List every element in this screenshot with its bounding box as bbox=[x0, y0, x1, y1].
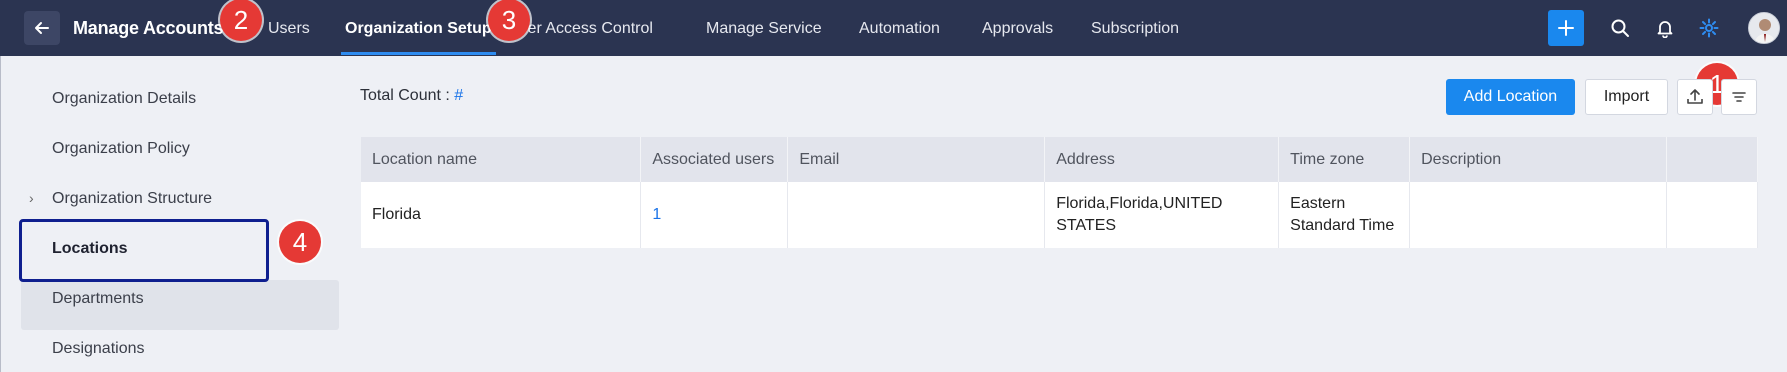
column-header-associated-users[interactable]: Associated users bbox=[640, 137, 789, 182]
active-tab-underline bbox=[341, 52, 496, 55]
sidebar-item-organization-details[interactable]: Organization Details bbox=[52, 90, 196, 108]
avatar[interactable] bbox=[1748, 12, 1780, 44]
column-header-location-name[interactable]: Location name bbox=[361, 137, 642, 182]
search-icon bbox=[1611, 19, 1629, 37]
sidebar-item-departments[interactable]: Departments bbox=[52, 290, 144, 308]
tab-subscription[interactable]: Subscription bbox=[1091, 20, 1179, 38]
user-avatar-icon bbox=[1749, 13, 1779, 43]
notifications-button[interactable] bbox=[1653, 16, 1677, 40]
cell-time-zone: Eastern Standard Time bbox=[1278, 182, 1411, 248]
tab-automation[interactable]: Automation bbox=[859, 20, 940, 38]
tab-manage-service[interactable]: Manage Service bbox=[706, 20, 822, 38]
sidebar-item-designations[interactable]: Designations bbox=[52, 340, 145, 358]
settings-sidebar: Organization Details Organization Policy… bbox=[0, 56, 340, 372]
settings-button[interactable] bbox=[1697, 16, 1721, 40]
tab-organization-setup[interactable]: Organization Setup bbox=[345, 20, 492, 38]
locations-highlight-box bbox=[19, 219, 269, 282]
cell-actions bbox=[1666, 182, 1758, 248]
step-marker-4: 4 bbox=[279, 221, 321, 263]
cell-email bbox=[787, 182, 1046, 248]
column-header-email[interactable]: Email bbox=[787, 137, 1046, 182]
app-title: Manage Accounts bbox=[73, 18, 224, 38]
search-button[interactable] bbox=[1608, 16, 1632, 40]
upload-icon bbox=[1687, 89, 1703, 104]
gear-icon bbox=[1699, 18, 1719, 38]
column-header-description[interactable]: Description bbox=[1409, 137, 1668, 182]
bell-icon bbox=[1657, 21, 1673, 38]
cell-location-name[interactable]: Florida bbox=[361, 182, 642, 248]
quick-add-button[interactable] bbox=[1548, 10, 1584, 46]
add-location-button[interactable]: Add Location bbox=[1446, 79, 1575, 115]
column-header-address[interactable]: Address bbox=[1044, 137, 1280, 182]
column-header-actions bbox=[1666, 137, 1758, 182]
cell-description bbox=[1409, 182, 1668, 248]
top-nav-bar: Manage Accounts Users Organization Setup… bbox=[0, 0, 1787, 56]
cell-address: Florida,Florida,UNITED STATES bbox=[1044, 182, 1280, 248]
table-header-row: Location name Associated users Email Add… bbox=[361, 137, 1758, 182]
tab-users[interactable]: Users bbox=[268, 20, 310, 38]
column-header-time-zone[interactable]: Time zone bbox=[1278, 137, 1411, 182]
filter-icon bbox=[1732, 92, 1746, 102]
total-count: Total Count : # bbox=[360, 87, 463, 105]
import-button[interactable]: Import bbox=[1585, 79, 1668, 115]
step-marker-2: 2 bbox=[220, 0, 262, 41]
sidebar-item-organization-policy[interactable]: Organization Policy bbox=[52, 140, 190, 158]
total-count-value[interactable]: # bbox=[454, 87, 463, 104]
filter-button[interactable] bbox=[1721, 79, 1757, 115]
cell-associated-users[interactable]: 1 bbox=[640, 182, 789, 248]
export-button[interactable] bbox=[1677, 79, 1713, 115]
back-arrow-icon bbox=[35, 22, 49, 34]
total-count-label: Total Count : bbox=[360, 87, 450, 104]
table-row[interactable]: Florida 1 Florida,Florida,UNITED STATES … bbox=[361, 182, 1758, 248]
tab-approvals[interactable]: Approvals bbox=[982, 20, 1053, 38]
chevron-right-icon[interactable]: › bbox=[29, 190, 34, 206]
back-button[interactable] bbox=[24, 11, 60, 45]
sidebar-item-organization-structure[interactable]: Organization Structure bbox=[52, 190, 212, 208]
locations-table: Location name Associated users Email Add… bbox=[361, 137, 1758, 248]
plus-icon bbox=[1558, 20, 1574, 36]
step-marker-3: 3 bbox=[488, 0, 530, 41]
